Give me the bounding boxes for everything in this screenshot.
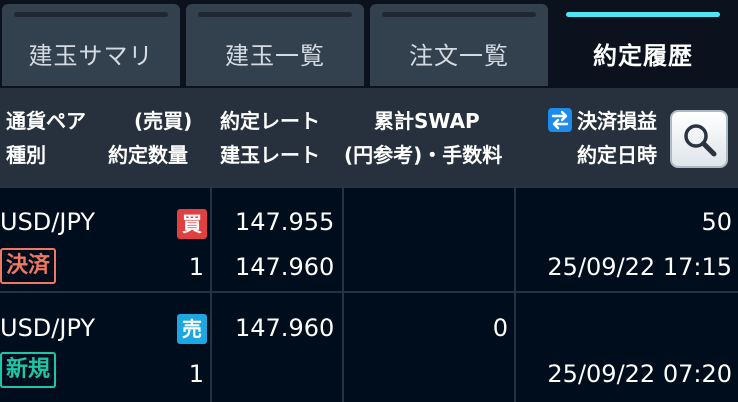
column-divider [342, 188, 344, 402]
settlement-pnl: 50 [701, 208, 732, 236]
trade-type-badge: 新規 [0, 352, 57, 388]
tab-indicator [198, 12, 352, 17]
header-type: 種別 [6, 143, 46, 167]
column-header [0, 88, 738, 186]
header-exec-rate: 約定レート [220, 109, 320, 133]
tab-label: 約定履歴 [593, 42, 693, 70]
quantity: 1 [188, 253, 204, 281]
tab-label: 注文一覧 [409, 42, 509, 70]
header-exec-datetime: 約定日時 [577, 143, 657, 167]
currency-pair: USD/JPY [0, 314, 96, 342]
tab-indicator [14, 12, 168, 17]
header-buy-sell: (売買) [134, 109, 193, 133]
search-button[interactable] [670, 110, 728, 168]
exec-datetime: 25/09/22 17:15 [547, 253, 732, 281]
tab-bar: 建玉サマリ 建玉一覧 注文一覧 約定履歴 [0, 0, 738, 88]
header-settlement-pnl[interactable]: 決済損益 [577, 109, 657, 133]
exec-datetime: 25/09/22 07:20 [547, 360, 732, 388]
tab-position-summary[interactable]: 建玉サマリ [2, 4, 180, 86]
magnifier-icon [684, 124, 717, 157]
tab-trade-history[interactable]: 約定履歴 [554, 4, 732, 86]
position-rate: 147.960 [235, 253, 335, 281]
column-divider [514, 188, 516, 402]
trade-type-badge: 決済 [0, 248, 57, 284]
column-divider [210, 188, 212, 402]
quantity: 1 [188, 360, 204, 388]
exec-rate: 147.955 [235, 208, 335, 236]
header-swap: 累計SWAP [374, 109, 480, 133]
buy-badge: 買 [177, 209, 207, 239]
tab-label: 建玉サマリ [28, 42, 154, 70]
tab-label: 建玉一覧 [225, 42, 325, 70]
header-currency-pair: 通貨ペア [6, 109, 86, 133]
tab-indicator [382, 12, 536, 17]
exec-rate: 147.960 [235, 314, 335, 342]
tab-order-list[interactable]: 注文一覧 [370, 4, 548, 86]
header-quantity: 約定数量 [108, 143, 188, 167]
tab-indicator-active [566, 12, 720, 17]
sell-badge: 売 [177, 314, 207, 344]
tab-position-list[interactable]: 建玉一覧 [186, 4, 364, 86]
swap-arrows-icon[interactable] [548, 108, 572, 132]
header-position-rate: 建玉レート [220, 143, 320, 167]
swap-value: 0 [492, 314, 508, 342]
currency-pair: USD/JPY [0, 208, 96, 236]
header-swap-fee: (円参考)・手数料 [344, 143, 503, 167]
